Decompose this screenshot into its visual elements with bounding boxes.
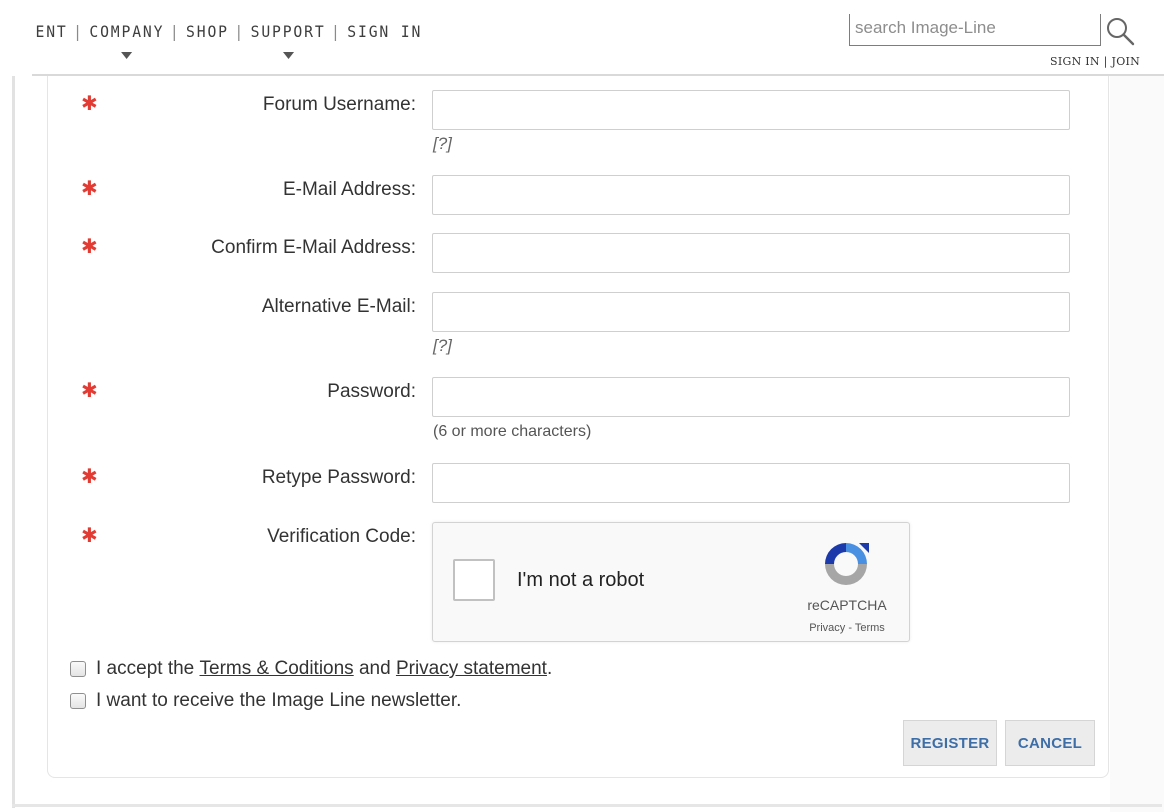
forum-username-label: Forum Username: (262, 94, 416, 115)
search-box (849, 14, 1101, 46)
retype-password-label: Retype Password: (261, 467, 416, 488)
nav-item-ent[interactable]: ENT (30, 22, 73, 41)
register-button[interactable]: REGISTER (903, 720, 997, 766)
nav-menu: ENT | COMPANY | SHOP | SUPPORT | SIGN IN (30, 22, 428, 59)
page-right-gutter (1110, 76, 1164, 812)
alternative-email-label: Alternative E-Mail: (261, 296, 416, 317)
recaptcha-widget: I'm not a robot reCAPTCHA Privacy - Term… (432, 522, 910, 642)
password-hint: (6 or more characters) (433, 423, 592, 440)
cancel-button[interactable]: CANCEL (1005, 720, 1095, 766)
auth-separator: | (1103, 55, 1108, 68)
required-marker: ✱ (81, 380, 98, 402)
accept-terms-checkbox[interactable] (70, 661, 86, 677)
accept-terms-and: and (358, 658, 391, 679)
alternative-email-field[interactable] (432, 292, 1070, 332)
nav-item-sign-in[interactable]: SIGN IN (342, 22, 428, 41)
newsletter-label: I want to receive the Image Line newslet… (96, 690, 462, 711)
nav-separator: | (331, 22, 342, 41)
search-input[interactable] (855, 14, 1095, 42)
recaptcha-privacy-terms[interactable]: Privacy - Terms (783, 622, 911, 634)
retype-password-field[interactable] (432, 463, 1070, 503)
alternative-email-help-link[interactable]: [?] (433, 336, 452, 356)
email-label: E-Mail Address: (282, 179, 416, 200)
search-icon[interactable] (1104, 16, 1136, 48)
required-marker: ✱ (81, 525, 98, 547)
recaptcha-label: I'm not a robot (517, 569, 645, 591)
recaptcha-checkbox[interactable] (453, 559, 495, 601)
accept-terms-row: I accept the Terms & Coditions and Priva… (70, 658, 552, 680)
auth-links: SIGN IN | JOIN (1050, 55, 1140, 68)
caret-down-icon (282, 52, 294, 59)
window-frame-left (12, 8, 15, 808)
nav-item-shop[interactable]: SHOP (181, 22, 235, 41)
forum-username-help-link[interactable]: [?] (433, 134, 452, 154)
required-marker: ✱ (81, 236, 98, 258)
privacy-statement-link[interactable]: Privacy statement (396, 658, 547, 680)
accept-terms-suffix: . (546, 658, 553, 679)
required-marker: ✱ (81, 178, 98, 200)
sign-in-link[interactable]: SIGN IN (1050, 55, 1100, 68)
confirm-email-label: Confirm E-Mail Address: (211, 237, 416, 258)
newsletter-checkbox[interactable] (70, 693, 86, 709)
terms-link[interactable]: Terms & Coditions (200, 658, 354, 680)
newsletter-row: I want to receive the Image Line newslet… (70, 690, 461, 712)
accept-terms-prefix: I accept the (96, 658, 195, 679)
nav-separator: | (73, 22, 84, 41)
recaptcha-logo-icon (825, 543, 869, 585)
join-link[interactable]: JOIN (1111, 55, 1140, 68)
nav-separator: | (169, 22, 181, 41)
password-label: Password: (327, 381, 416, 402)
recaptcha-brand: reCAPTCHA (807, 597, 887, 613)
verification-code-label: Verification Code: (267, 526, 416, 547)
required-marker: ✱ (81, 93, 98, 115)
nav-separator: | (234, 22, 246, 41)
top-navigation: ENT | COMPANY | SHOP | SUPPORT | SIGN IN… (0, 0, 1164, 76)
window-frame-bottom (12, 804, 1162, 807)
nav-item-support[interactable]: SUPPORT (245, 22, 331, 59)
nav-item-company[interactable]: COMPANY (84, 22, 170, 59)
forum-username-field[interactable] (432, 90, 1070, 130)
email-field[interactable] (432, 175, 1070, 215)
password-field[interactable] (432, 377, 1070, 417)
confirm-email-field[interactable] (432, 233, 1070, 273)
caret-down-icon (121, 52, 133, 59)
required-marker: ✱ (81, 466, 98, 488)
